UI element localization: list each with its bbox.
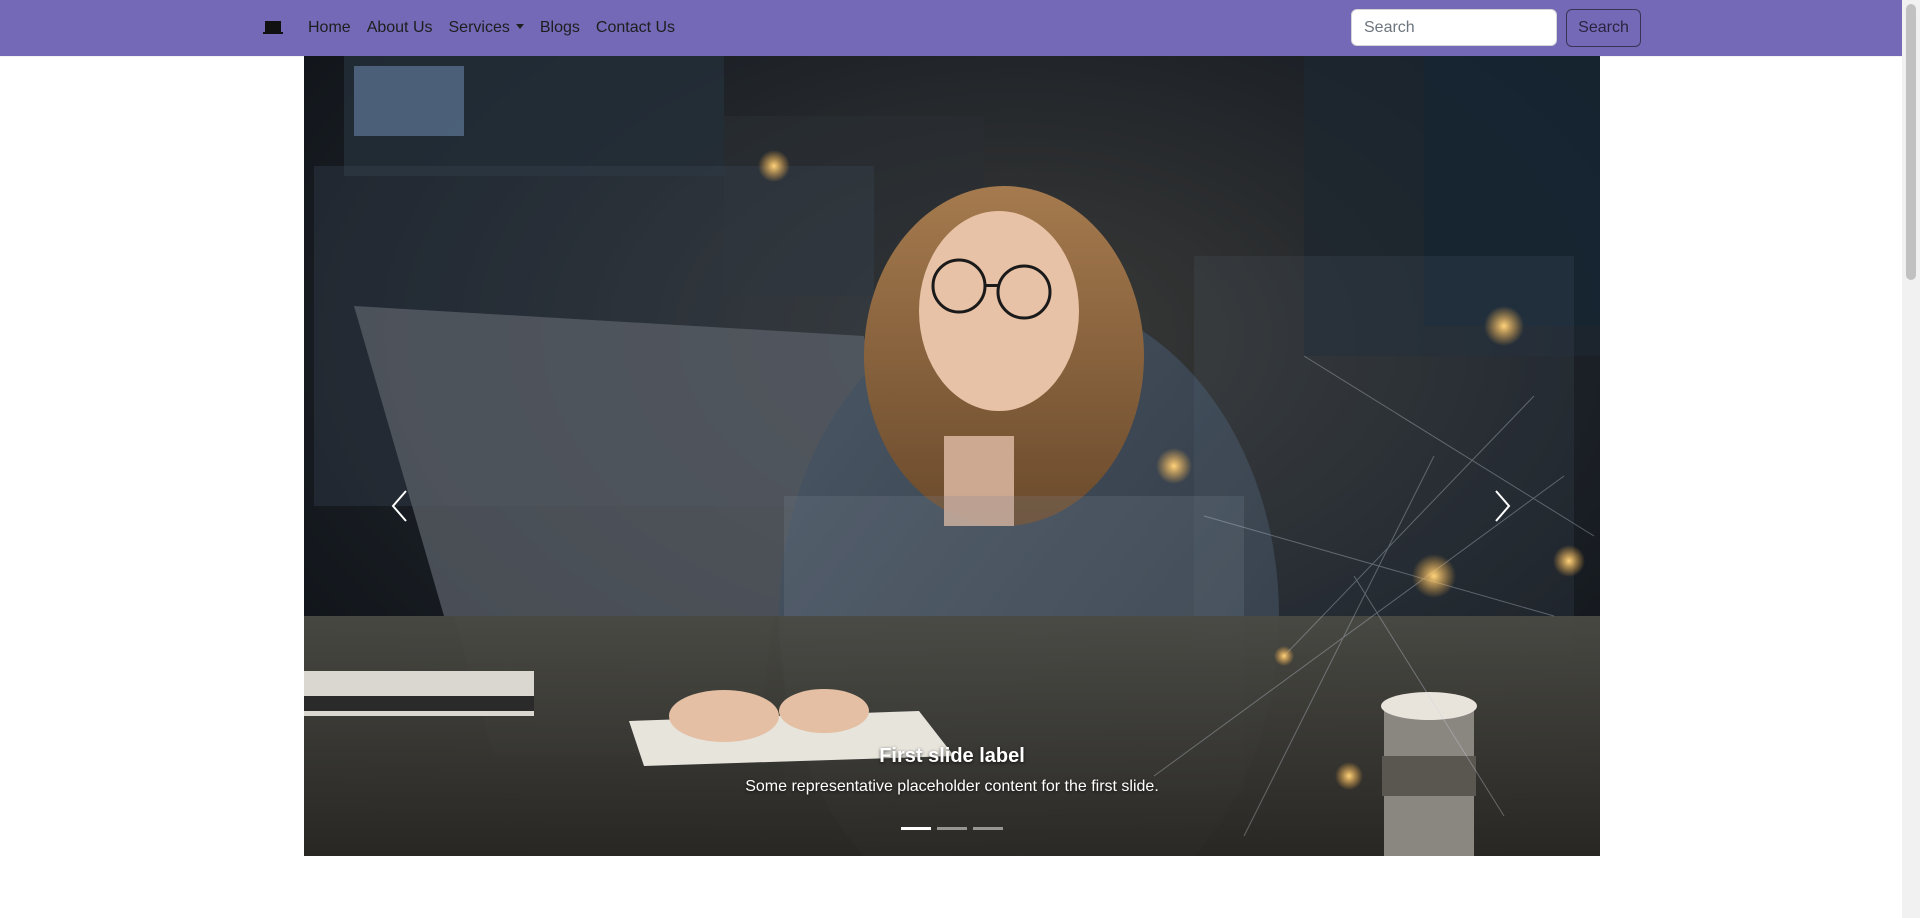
nav-link-home[interactable]: Home: [300, 19, 359, 37]
scrollbar-thumb[interactable]: [1906, 4, 1916, 280]
carousel-indicator-3[interactable]: [973, 827, 1003, 830]
carousel-indicator-2[interactable]: [937, 827, 967, 830]
slide-title: First slide label: [879, 745, 1025, 767]
hero-carousel: First slide label Some representative pl…: [304, 56, 1600, 856]
nav-link-services[interactable]: Services: [441, 19, 532, 37]
caret-down-icon: [515, 24, 524, 29]
slide-text: Some representative placeholder content …: [745, 778, 1159, 795]
nav-link-about-us[interactable]: About Us: [359, 19, 441, 37]
chevron-left-icon: [391, 490, 407, 522]
nav-link-contact-us[interactable]: Contact Us: [588, 19, 683, 37]
carousel-caption: First slide label Some representative pl…: [304, 744, 1600, 798]
carousel-indicators: [304, 827, 1600, 830]
laptop-icon: [263, 21, 283, 34]
nav-links: Home About Us Services Blogs Contact Us: [300, 0, 683, 56]
chevron-right-icon: [1495, 490, 1511, 522]
page-scrollbar[interactable]: [1902, 0, 1920, 918]
nav-link-blogs[interactable]: Blogs: [532, 19, 588, 37]
carousel-slide-image: [304, 56, 1600, 856]
brand-logo[interactable]: [263, 20, 283, 35]
top-navbar: Home About Us Services Blogs Contact Us …: [0, 0, 1902, 56]
carousel-next-button[interactable]: [1482, 476, 1522, 536]
search-button[interactable]: Search: [1566, 9, 1641, 47]
carousel-indicator-1[interactable]: [901, 827, 931, 830]
carousel-prev-button[interactable]: [380, 476, 420, 536]
search-input[interactable]: [1351, 9, 1557, 46]
nav-link-services-label: Services: [448, 19, 510, 36]
